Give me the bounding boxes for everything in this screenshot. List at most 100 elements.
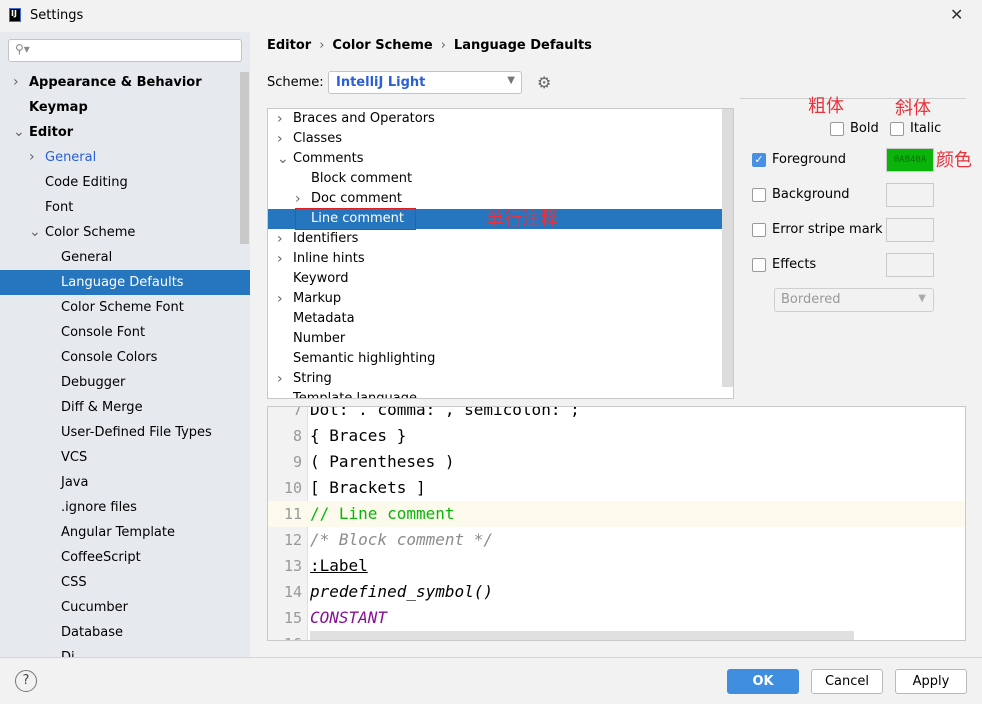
sidebar-item[interactable]: Font [0, 195, 250, 220]
breadcrumb-editor[interactable]: Editor [267, 38, 311, 53]
sidebar-item-label: Console Colors [61, 350, 158, 365]
chevron-down-icon[interactable]: ⌄ [277, 149, 289, 169]
chevron-right-icon[interactable]: › [277, 229, 283, 249]
tree-item[interactable]: Block comment [268, 169, 723, 189]
chevron-right-icon[interactable]: › [13, 70, 19, 95]
sidebar-item[interactable]: › General [0, 145, 250, 170]
sidebar-item[interactable]: Color Scheme Font [0, 295, 250, 320]
sidebar-item[interactable]: Debugger [0, 370, 250, 395]
tree-item[interactable]: ⌄ Comments [268, 149, 723, 169]
sidebar-item[interactable]: Java [0, 470, 250, 495]
italic-checkbox[interactable] [890, 122, 904, 136]
sidebar-item-label: Color Scheme Font [61, 300, 184, 315]
chevron-right-icon[interactable]: › [277, 369, 283, 389]
code-text: /* Block comment */ [310, 530, 494, 549]
tree-item[interactable]: › Inline hints [268, 249, 723, 269]
code-text: :Label [310, 556, 368, 575]
sidebar-item[interactable]: Console Font [0, 320, 250, 345]
sidebar-item[interactable]: Cucumber [0, 595, 250, 620]
sidebar-item[interactable]: CSS [0, 570, 250, 595]
tree-item-label: Braces and Operators [293, 111, 435, 126]
effects-color-swatch[interactable] [886, 253, 934, 277]
tree-item[interactable]: › String [268, 369, 723, 389]
foreground-color-swatch[interactable]: 0AB40A [886, 148, 934, 172]
sidebar-item[interactable]: General [0, 245, 250, 270]
tree-item[interactable]: Number [268, 329, 723, 349]
error-stripe-color-swatch[interactable] [886, 218, 934, 242]
background-checkbox[interactable] [752, 188, 766, 202]
sidebar-item[interactable]: ⌄ Editor [0, 120, 250, 145]
chevron-right-icon[interactable]: › [29, 145, 35, 170]
tree-item[interactable]: › Identifiers [268, 229, 723, 249]
sidebar-item[interactable]: VCS [0, 445, 250, 470]
sidebar-item-label: Database [61, 625, 124, 640]
error-stripe-checkbox[interactable] [752, 223, 766, 237]
help-button[interactable]: ? [15, 670, 37, 692]
chevron-right-icon[interactable]: › [277, 109, 283, 129]
window-title: Settings [30, 8, 84, 23]
sidebar-item[interactable]: Console Colors [0, 345, 250, 370]
cancel-button[interactable]: Cancel [811, 669, 883, 694]
error-stripe-label: Error stripe mark [772, 222, 883, 237]
search-input[interactable]: ⚲▾ [8, 39, 242, 62]
tree-item-label: Inline hints [293, 251, 365, 266]
preview-editor[interactable]: 7 Dot: . comma: , semicolon: ; 8 { Braces }… [267, 406, 966, 641]
sidebar-item[interactable]: › Appearance & Behavior [0, 70, 250, 95]
annotation-italic: 斜体 [895, 98, 931, 119]
bold-checkbox[interactable] [830, 122, 844, 136]
sidebar-scrollbar[interactable] [240, 72, 249, 244]
tree-item[interactable]: › Markup [268, 289, 723, 309]
sidebar-item[interactable]: User-Defined File Types [0, 420, 250, 445]
code-line: 10 [ Brackets ] [268, 475, 965, 501]
line-number: 11 [283, 505, 302, 523]
sidebar-item-label: CSS [61, 575, 87, 590]
tree-item[interactable]: Template language [268, 389, 723, 398]
breadcrumb-color-scheme[interactable]: Color Scheme [332, 38, 432, 53]
highlight-box [295, 208, 416, 230]
chevron-right-icon[interactable]: › [277, 129, 283, 149]
sidebar-item[interactable]: CoffeeScript [0, 545, 250, 570]
chevron-down-icon[interactable]: ⌄ [29, 220, 41, 245]
chevron-right-icon[interactable]: › [295, 189, 301, 209]
sidebar: ⚲▾ › Appearance & Behavior Keymap ⌄ Editor › G… [0, 32, 250, 657]
sidebar-item[interactable]: ⌄ Color Scheme [0, 220, 250, 245]
code-line: 15 CONSTANT [268, 605, 965, 631]
sidebar-item[interactable]: Code Editing [0, 170, 250, 195]
chevron-right-icon[interactable]: › [277, 249, 283, 269]
sidebar-item[interactable]: Angular Template [0, 520, 250, 545]
tree-scrollbar[interactable] [722, 109, 733, 387]
background-color-swatch[interactable] [886, 183, 934, 207]
editor-horizontal-scrollbar[interactable] [310, 631, 854, 640]
tree-item[interactable]: Keyword [268, 269, 723, 289]
bold-label: Bold [850, 121, 879, 136]
line-number: 9 [292, 453, 302, 471]
code-text: CONSTANT [310, 608, 388, 627]
tree-item[interactable]: › Classes [268, 129, 723, 149]
ok-button[interactable]: OK [727, 669, 799, 694]
code-text: predefined_symbol() [310, 582, 494, 601]
sidebar-item[interactable]: Database [0, 620, 250, 645]
tree-item[interactable]: Semantic highlighting [268, 349, 723, 369]
tree-item[interactable]: › Braces and Operators [268, 109, 723, 129]
scheme-select[interactable]: IntelliJ Light ▼ [328, 71, 522, 94]
code-line: 12 /* Block comment */ [268, 527, 965, 553]
gear-icon[interactable]: ⚙ [537, 73, 551, 92]
tree-item-label: Metadata [293, 311, 355, 326]
sidebar-item[interactable]: Language Defaults [0, 270, 250, 295]
sidebar-item[interactable]: .ignore files [0, 495, 250, 520]
sidebar-item[interactable]: Diff & Merge [0, 395, 250, 420]
tree-item[interactable]: Metadata [268, 309, 723, 329]
effects-checkbox[interactable] [752, 258, 766, 272]
sidebar-item-label: Language Defaults [61, 275, 184, 290]
foreground-checkbox[interactable]: ✓ [752, 153, 766, 167]
sidebar-item-label: Angular Template [61, 525, 175, 540]
code-text: [ Brackets ] [310, 478, 426, 497]
chevron-right-icon[interactable]: › [277, 289, 283, 309]
apply-button[interactable]: Apply [895, 669, 967, 694]
close-icon[interactable]: ✕ [950, 5, 963, 24]
chevron-down-icon[interactable]: ⌄ [13, 120, 25, 145]
effects-type-select[interactable]: Bordered ▼ [774, 288, 934, 312]
sidebar-item[interactable]: Keymap [0, 95, 250, 120]
scheme-label: Scheme: [267, 75, 324, 90]
sidebar-item[interactable]: Di... [0, 645, 250, 657]
